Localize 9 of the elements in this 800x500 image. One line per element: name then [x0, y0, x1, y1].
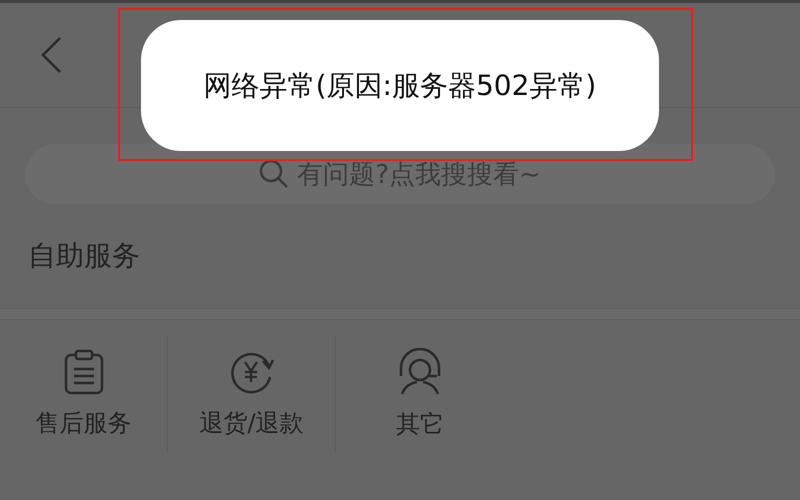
section-title: 自助服务 [28, 238, 140, 274]
service-item[interactable]: 售后服务 [0, 335, 168, 453]
toast-message: 网络异常(原因:服务器502异常) [141, 20, 659, 151]
headset-person-icon [397, 348, 443, 396]
clipboard-icon [64, 349, 104, 395]
service-item[interactable]: 退货/退款 [168, 335, 336, 453]
back-icon[interactable] [40, 36, 62, 74]
search-icon [259, 159, 290, 189]
service-item[interactable]: 其它 [336, 335, 504, 453]
